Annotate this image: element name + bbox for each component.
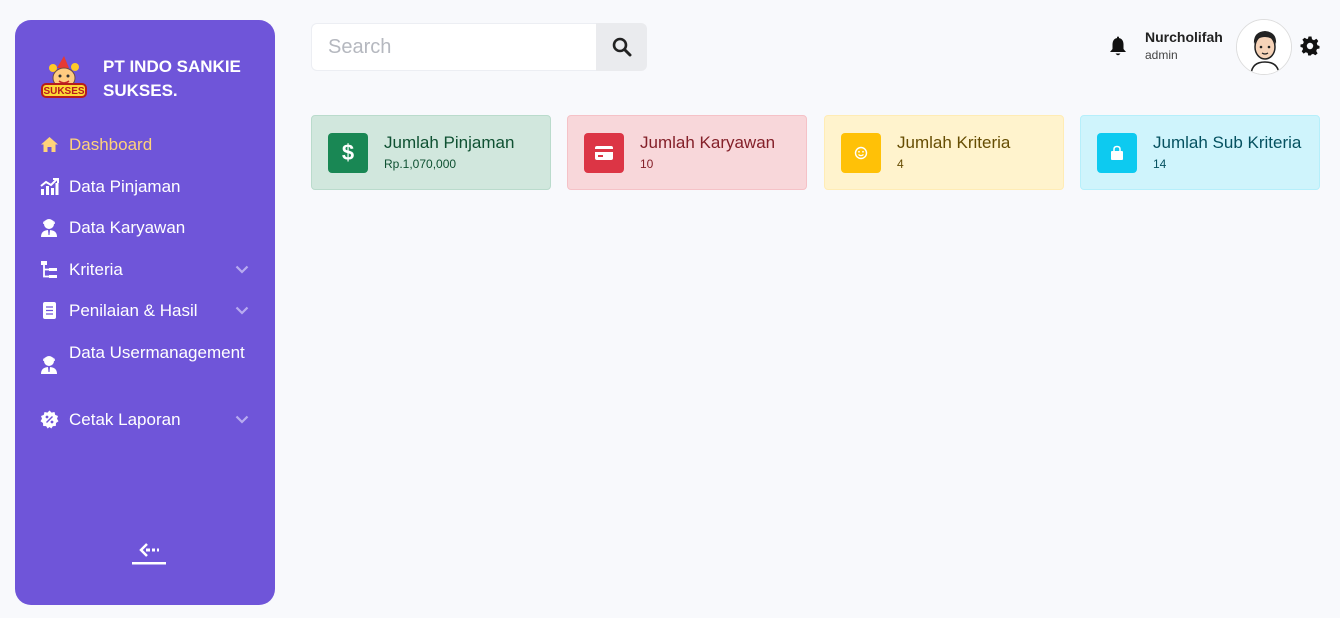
search-bar [311,23,647,71]
card-value: 14 [1153,156,1167,171]
sidebar-item-label: Kriteria [69,260,123,279]
sidebar-collapse-button[interactable] [132,540,166,568]
sidebar-nav: Dashboard Data Pinjaman Data Karyawan Kr… [15,128,275,432]
card-title: Jumlah Karyawan [640,132,776,152]
sidebar-item-label: Data Usermanagement [69,343,245,362]
sidebar-item-data-usermanagement[interactable]: Data Usermanagement [15,340,275,390]
sidebar-item-data-karyawan[interactable]: Data Karyawan [15,215,275,240]
user-tie-icon [39,215,59,240]
gear-icon[interactable] [1300,36,1320,56]
card-value: Rp.1,070,000 [384,156,457,171]
sidebar-item-kriteria[interactable]: Kriteria [15,257,275,282]
smile-icon [841,132,881,173]
bell-icon[interactable] [1108,36,1128,58]
card-value: 10 [640,156,654,171]
stat-card-jumlah-kriteria[interactable]: Jumlah Kriteria 4 [824,115,1064,190]
sitemap-icon [39,257,59,282]
search-icon [612,37,631,57]
user-tie-icon [39,340,59,390]
sidebar-item-dashboard[interactable]: Dashboard [15,132,275,157]
chevron-down-icon[interactable] [235,407,249,432]
dollar-icon: $ [328,132,368,173]
card-title: Jumlah Pinjaman [384,132,515,152]
svg-text:SUKSES: SUKSES [43,86,84,97]
sidebar-item-label: Data Karyawan [69,218,186,237]
chevron-down-icon[interactable] [235,298,249,323]
sidebar-item-label: Dashboard [69,135,153,154]
card-title: Jumlah Kriteria [897,132,1011,152]
sidebar: SUKSES PT INDO SANKIE SUKSES. Dashboard … [15,20,275,605]
arrow-left-icon [132,543,166,565]
user-name: Nurcholifah [1145,29,1223,45]
document-icon [39,298,59,323]
badge-percent-icon [39,407,59,432]
user-role: admin [1145,48,1178,62]
sidebar-item-penilaian-hasil[interactable]: Penilaian & Hasil [15,298,275,323]
sidebar-item-label: Penilaian & Hasil [69,301,198,320]
chart-icon [39,174,59,199]
stat-card-jumlah-karyawan[interactable]: Jumlah Karyawan 10 [567,115,807,190]
card-title: Jumlah Sub Kriteria [1153,132,1302,152]
card-value: 4 [897,156,904,171]
brand-name: PT INDO SANKIE SUKSES. [103,57,241,100]
search-input[interactable] [311,23,596,71]
sidebar-item-label: Data Pinjaman [69,177,181,196]
search-button[interactable] [596,23,647,71]
avatar[interactable] [1236,19,1292,75]
user-info[interactable]: Nurcholifah admin [1145,28,1223,64]
sidebar-item-label: Cetak Laporan [69,410,181,429]
home-icon [39,132,59,157]
credit-card-icon [584,132,624,173]
stat-card-jumlah-pinjaman[interactable]: $ Jumlah Pinjaman Rp.1,070,000 [311,115,551,190]
sidebar-item-data-pinjaman[interactable]: Data Pinjaman [15,174,275,199]
brand-logo: SUKSES [39,54,89,104]
shopping-bag-icon [1097,132,1137,173]
brand[interactable]: SUKSES PT INDO SANKIE SUKSES. [39,54,253,104]
stat-card-jumlah-sub-kriteria[interactable]: Jumlah Sub Kriteria 14 [1080,115,1320,190]
chevron-down-icon[interactable] [235,257,249,282]
sidebar-item-cetak-laporan[interactable]: Cetak Laporan [15,407,275,432]
